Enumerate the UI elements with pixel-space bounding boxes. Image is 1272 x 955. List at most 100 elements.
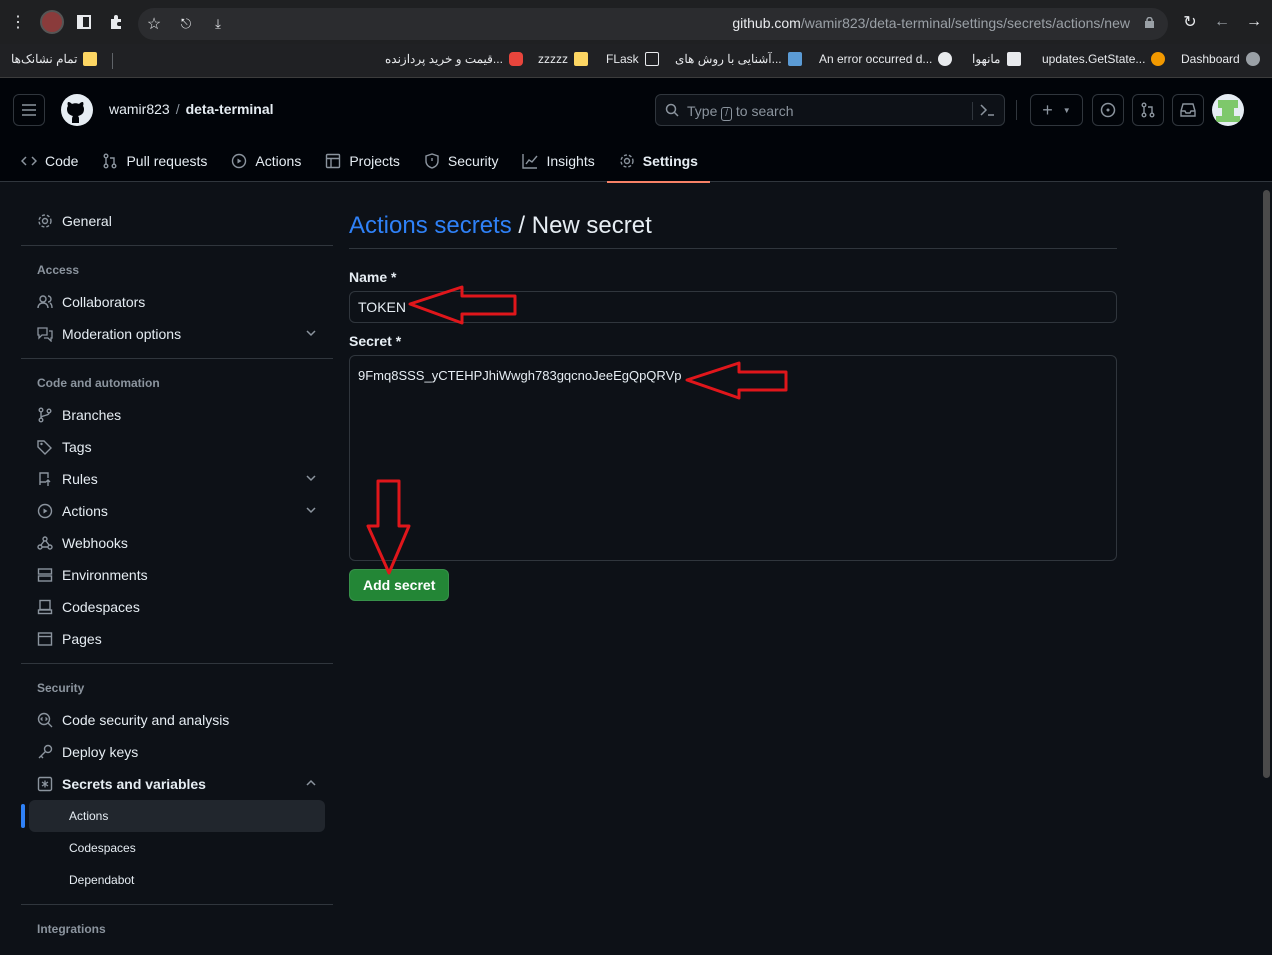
- install-icon[interactable]: ⤓: [204, 10, 232, 38]
- name-label: Name *: [349, 269, 397, 285]
- repo-name-link[interactable]: deta-terminal: [186, 101, 274, 117]
- sidebar-divider: [21, 245, 333, 246]
- github-logo-icon[interactable]: [61, 94, 93, 126]
- bookmark-item[interactable]: آشنایی با روش های...: [675, 52, 802, 66]
- repo-breadcrumb: wamir823/deta-terminal: [109, 101, 274, 117]
- issues-icon[interactable]: [1092, 94, 1124, 126]
- secret-value-textarea[interactable]: 9Fmq8SSS_yCTEHPJhiWwgh783gqcnoJeeEgQpQRV…: [349, 355, 1117, 561]
- folder-icon: [83, 52, 98, 66]
- webhook-icon: [37, 535, 53, 551]
- bookmark-item[interactable]: Dashboard: [1181, 52, 1260, 66]
- bookmark-star-icon[interactable]: ☆: [140, 10, 168, 38]
- tab-code[interactable]: Code: [9, 140, 90, 182]
- sidebar-item-tags[interactable]: Tags: [21, 431, 333, 463]
- bookmark-item[interactable]: An error occurred d...: [819, 52, 953, 66]
- user-avatar[interactable]: [1212, 94, 1244, 126]
- sidebar-subitem-codespaces[interactable]: Codespaces: [29, 832, 325, 864]
- server-icon: [37, 567, 53, 583]
- sidebar-item-environments[interactable]: Environments: [21, 559, 333, 591]
- tab-insights[interactable]: Insights: [510, 140, 606, 182]
- bookmark-divider: [112, 53, 113, 69]
- pull-requests-icon[interactable]: [1132, 94, 1164, 126]
- tab-pull-requests[interactable]: Pull requests: [90, 140, 219, 182]
- lock-icon: [1145, 17, 1154, 28]
- sidebar-item-codespaces[interactable]: Codespaces: [21, 591, 333, 623]
- play-icon: [231, 153, 247, 169]
- sidebar-item-collaborators[interactable]: Collaborators: [21, 286, 333, 318]
- owner-link[interactable]: wamir823: [109, 101, 170, 117]
- sidebar-divider: [21, 904, 333, 905]
- secret-name-input[interactable]: TOKEN: [349, 291, 1117, 323]
- store-favicon-icon: [508, 52, 523, 66]
- profile-avatar[interactable]: [40, 10, 64, 34]
- bookmark-item[interactable]: zzzzz: [538, 52, 588, 66]
- sidebar-divider: [21, 663, 333, 664]
- sidebar-item-branches[interactable]: Branches: [21, 399, 333, 431]
- tab-settings[interactable]: Settings: [606, 140, 711, 183]
- inbox-icon[interactable]: [1172, 94, 1204, 126]
- command-palette-icon[interactable]: [980, 104, 994, 116]
- tab-actions[interactable]: Actions: [219, 140, 313, 182]
- browser-menu-icon[interactable]: ⋮: [4, 8, 32, 36]
- sidebar-heading-integrations: Integrations: [37, 922, 106, 936]
- sidebar-item-webhooks[interactable]: Webhooks: [21, 527, 333, 559]
- sidebar-item-moderation[interactable]: Moderation options: [21, 318, 333, 350]
- secret-label: Secret *: [349, 333, 402, 349]
- scrollbar-thumb[interactable]: [1263, 190, 1270, 778]
- sidebar-subitem-dependabot[interactable]: Dependabot: [29, 864, 325, 896]
- new-secret-form: Actions secrets / New secret Name * TOKE…: [349, 205, 1117, 601]
- all-bookmarks-item[interactable]: تمام نشانک‌ها: [11, 52, 98, 66]
- tag-icon: [37, 439, 53, 455]
- pull-request-icon: [102, 153, 118, 169]
- extensions-icon[interactable]: [102, 8, 130, 36]
- plus-icon: +: [1042, 99, 1053, 120]
- search-placeholder: Type / to search: [687, 103, 794, 121]
- firebase-favicon-icon: [1151, 52, 1166, 66]
- browser-chrome: ⋮ ☆ ⎋ ⤓ github.com/wamir823/deta-termina…: [0, 0, 1272, 78]
- sidebar-item-actions[interactable]: Actions: [21, 495, 333, 527]
- tab-security[interactable]: Security: [412, 140, 511, 182]
- reload-icon[interactable]: ↻: [1176, 8, 1204, 36]
- search-icon: [665, 103, 679, 117]
- codespaces-icon: [37, 599, 53, 615]
- gear-icon: [619, 153, 635, 169]
- hamburger-menu-icon[interactable]: [13, 94, 45, 126]
- actions-secrets-link[interactable]: Actions secrets: [349, 212, 512, 239]
- chevron-down-icon: [305, 504, 317, 516]
- sidebar-item-rules[interactable]: Rules: [21, 463, 333, 495]
- sidebar-item-pages[interactable]: Pages: [21, 623, 333, 655]
- create-new-button[interactable]: + ▼: [1030, 94, 1083, 126]
- bookmark-item[interactable]: مانهوا: [972, 52, 1021, 66]
- bookmarks-bar: Dashboard updates.GetState... مانهوا An …: [0, 44, 1272, 78]
- bookmark-item[interactable]: قیمت و خرید پردازنده...: [385, 52, 523, 66]
- bookmark-item[interactable]: FLask: [606, 52, 659, 66]
- page-favicon-icon: [1006, 52, 1021, 66]
- add-secret-button[interactable]: Add secret: [349, 569, 450, 601]
- bookmark-item[interactable]: updates.GetState...: [1042, 52, 1166, 66]
- title-separator: /: [518, 212, 526, 239]
- folder-icon: [574, 52, 588, 66]
- search-input[interactable]: Type / to search: [655, 94, 1005, 126]
- chevron-down-icon: [305, 472, 317, 484]
- sidebar-item-general[interactable]: General: [21, 205, 333, 237]
- sidebar-divider: [21, 358, 333, 359]
- share-icon[interactable]: ⎋: [172, 10, 200, 38]
- github-header: wamir823/deta-terminal Type / to search …: [0, 78, 1272, 183]
- back-icon[interactable]: ←: [1208, 8, 1236, 36]
- sidebar-item-code-security[interactable]: Code security and analysis: [21, 704, 333, 736]
- forward-icon[interactable]: →: [1240, 8, 1268, 36]
- shield-icon: [424, 153, 440, 169]
- sidebar-heading-security: Security: [37, 681, 85, 695]
- repo-tabs: Code Pull requests Actions Projects Secu…: [0, 140, 711, 183]
- address-bar[interactable]: ☆ ⎋ ⤓ github.com/wamir823/deta-terminal/…: [138, 8, 1168, 40]
- page-title: Actions secrets / New secret: [349, 205, 1117, 249]
- page-scrollbar[interactable]: [1260, 182, 1272, 955]
- sidebar-toggle-icon[interactable]: [70, 8, 98, 36]
- tab-projects[interactable]: Projects: [313, 140, 412, 182]
- site-favicon-icon: [787, 52, 802, 66]
- sidebar-subitem-actions[interactable]: Actions: [21, 800, 325, 832]
- sidebar-item-deploy-keys[interactable]: Deploy keys: [21, 736, 333, 768]
- search-divider: [972, 102, 973, 120]
- sidebar-item-secrets-variables[interactable]: Secrets and variables: [21, 768, 333, 800]
- table-icon: [325, 153, 341, 169]
